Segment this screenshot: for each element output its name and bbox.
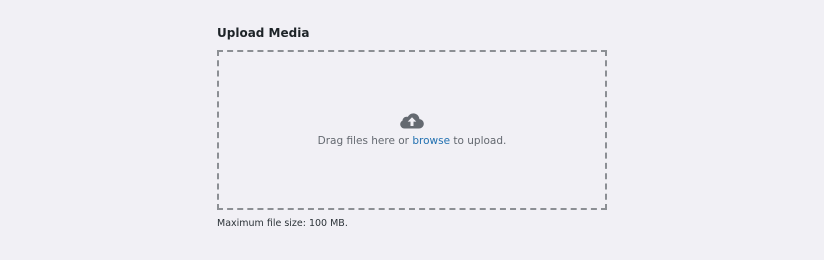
browse-link[interactable]: browse — [412, 135, 450, 147]
cloud-upload-icon — [400, 113, 424, 129]
dropzone-instructions: Drag files here or browse to upload. — [219, 134, 605, 148]
drop-text-before: Drag files here or — [317, 135, 409, 147]
upload-dropzone[interactable]: Drag files here or browse to upload. — [217, 50, 607, 210]
section-title: Upload Media — [217, 26, 310, 40]
drop-text-after: to upload. — [453, 135, 507, 147]
max-file-size-text: Maximum file size: 100 MB. — [217, 218, 348, 229]
dropzone-content: Drag files here or browse to upload. — [219, 112, 605, 148]
upload-media-section: Upload Media Drag files here or browse t… — [217, 26, 607, 229]
